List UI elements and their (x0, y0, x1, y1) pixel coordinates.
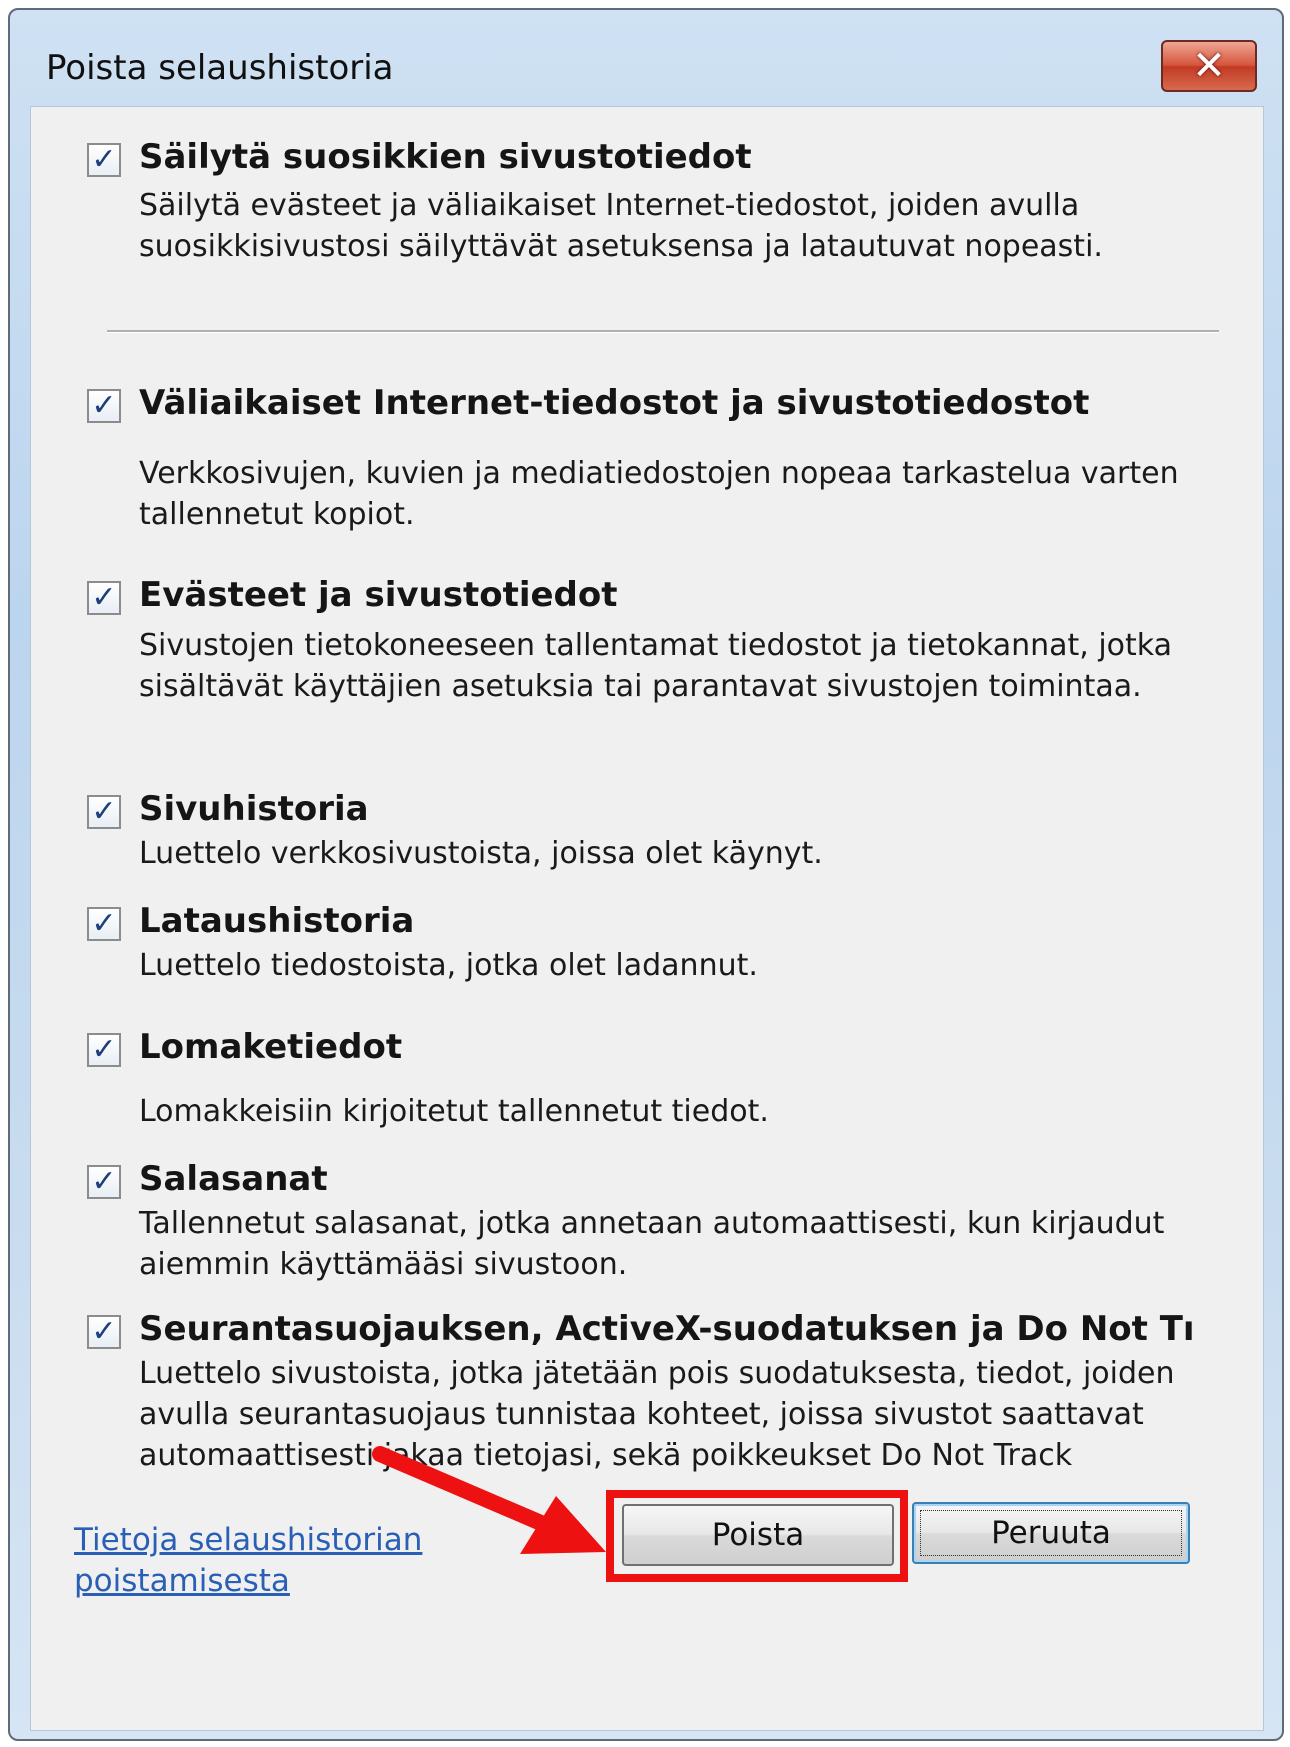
label-cookies[interactable]: Evästeet ja sivustotiedot (139, 575, 618, 615)
separator (107, 330, 1219, 333)
label-temp-files[interactable]: Väliaikaiset Internet-tiedostot ja sivus… (139, 383, 1089, 423)
label-history[interactable]: Sivuhistoria (139, 789, 369, 829)
checkmark-icon: ✓ (91, 1164, 117, 1199)
checkmark-icon: ✓ (91, 906, 117, 941)
checkbox-history[interactable]: ✓ (87, 795, 121, 829)
option-temp-files: ✓ Väliaikaiset Internet-tiedostot ja siv… (87, 383, 1233, 532)
checkbox-keep-favorites[interactable]: ✓ (87, 143, 121, 177)
checkbox-form-data[interactable]: ✓ (87, 1033, 121, 1067)
dialog-content: ✓ Säilytä suosikkien sivustotiedot Säily… (30, 106, 1264, 1731)
desc-form-data: Lomakkeisiin kirjoitetut tallennetut tie… (139, 1094, 769, 1129)
checkmark-icon: ✓ (91, 794, 117, 829)
desc-tracking: Luettelo sivustoista, jotka jätetään poi… (139, 1356, 1175, 1473)
option-cookies: ✓ Evästeet ja sivustotiedot Sivustojen t… (87, 575, 1233, 704)
close-icon: ✕ (1192, 43, 1226, 89)
desc-history: Luettelo verkkosivustoista, joissa olet … (139, 836, 823, 871)
red-arrow-icon (372, 1446, 606, 1554)
dialog-window: Poista selaushistoria ✕ ✓ Säilytä suosik… (8, 8, 1284, 1741)
label-keep-favorites[interactable]: Säilytä suosikkien sivustotiedot (139, 137, 752, 177)
option-download-history: ✓ Lataushistoria Luettelo tiedostoista, … (87, 901, 1233, 983)
desc-download-history: Luettelo tiedostoista, jotka olet ladann… (139, 948, 758, 983)
label-form-data[interactable]: Lomaketiedot (139, 1027, 402, 1067)
checkbox-temp-files[interactable]: ✓ (87, 389, 121, 423)
option-form-data: ✓ Lomaketiedot Lomakkeisiin kirjoitetut … (87, 1027, 1233, 1129)
dialog-title: Poista selaushistoria (46, 48, 394, 88)
title-bar[interactable]: Poista selaushistoria ✕ (10, 10, 1282, 106)
option-history: ✓ Sivuhistoria Luettelo verkkosivustoist… (87, 789, 1233, 871)
checkmark-icon: ✓ (91, 388, 117, 423)
option-keep-favorites: ✓ Säilytä suosikkien sivustotiedot Säily… (87, 137, 1233, 264)
checkbox-tracking[interactable]: ✓ (87, 1315, 121, 1349)
checkbox-download-history[interactable]: ✓ (87, 907, 121, 941)
checkmark-icon: ✓ (91, 1314, 117, 1349)
checkbox-cookies[interactable]: ✓ (87, 581, 121, 615)
highlight-box (606, 1490, 908, 1582)
checkmark-icon: ✓ (91, 580, 117, 615)
desc-temp-files: Verkkosivujen, kuvien ja mediatiedostoje… (139, 456, 1179, 532)
checkmark-icon: ✓ (91, 142, 117, 177)
desc-passwords: Tallennetut salasanat, jotka annetaan au… (139, 1206, 1165, 1282)
checkbox-passwords[interactable]: ✓ (87, 1165, 121, 1199)
close-button[interactable]: ✕ (1161, 40, 1257, 92)
option-passwords: ✓ Salasanat Tallennetut salasanat, jotka… (87, 1159, 1233, 1282)
checkmark-icon: ✓ (91, 1032, 117, 1067)
label-tracking[interactable]: Seurantasuojauksen, ActiveX-suodatuksen … (139, 1309, 1195, 1349)
cancel-button[interactable]: Peruuta (912, 1502, 1190, 1564)
label-passwords[interactable]: Salasanat (139, 1159, 328, 1199)
desc-cookies: Sivustojen tietokoneeseen tallentamat ti… (139, 628, 1173, 704)
option-tracking: ✓ Seurantasuojauksen, ActiveX-suodatukse… (87, 1309, 1233, 1473)
desc-keep-favorites: Säilytä evästeet ja väliaikaiset Interne… (139, 188, 1103, 264)
label-download-history[interactable]: Lataushistoria (139, 901, 414, 941)
